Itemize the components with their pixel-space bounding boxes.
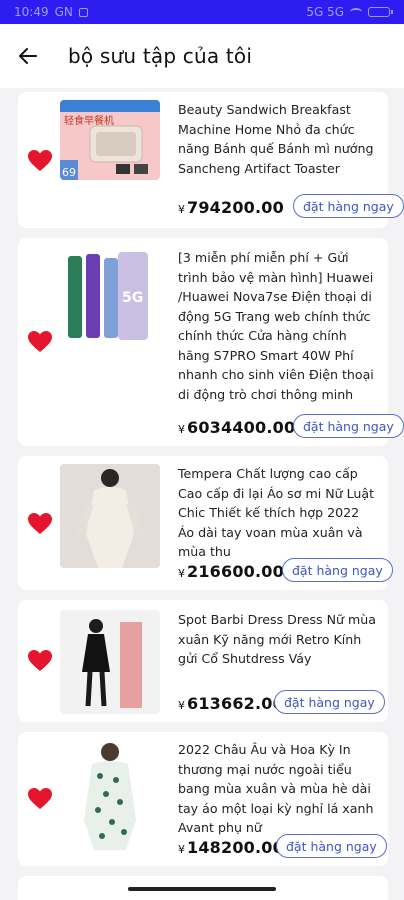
status-time: 10:49 xyxy=(14,5,49,19)
notification-icon xyxy=(78,7,88,17)
product-title[interactable]: [3 miễn phí miễn phí + Gửi trình bảo vệ … xyxy=(178,248,378,404)
heart-icon[interactable] xyxy=(28,150,52,172)
status-bar: 10:49 GN 5G 5G xyxy=(0,0,404,24)
thumb-caption: 轻食早餐机 xyxy=(64,114,114,127)
thumb-caption: 5G xyxy=(122,290,143,306)
order-now-button[interactable]: đặt hàng ngay xyxy=(293,414,404,438)
product-title[interactable]: Spot Barbi Dress Dress Nữ mùa xuân Kỹ nă… xyxy=(178,610,378,669)
order-now-button[interactable]: đặt hàng ngay xyxy=(293,194,404,218)
price-row: ¥ 148200.00 xyxy=(178,838,284,857)
currency-symbol: ¥ xyxy=(178,203,185,216)
product-title[interactable]: Beauty Sandwich Breakfast Machine Home N… xyxy=(178,100,378,178)
product-image[interactable]: 5G xyxy=(60,252,160,342)
order-now-button[interactable]: đặt hàng ngay xyxy=(282,558,393,582)
list-item[interactable]: Spot Barbi Dress Dress Nữ mùa xuân Kỹ nă… xyxy=(18,600,388,722)
product-title[interactable]: 2022 Châu Âu và Hoa Kỳ In thương mại nướ… xyxy=(178,740,378,838)
wifi-icon xyxy=(350,8,362,16)
status-signal: 5G 5G xyxy=(306,5,344,19)
product-price: 6034400.00 xyxy=(187,418,296,437)
battery-icon xyxy=(368,7,393,17)
thumb-badge: 69 xyxy=(62,166,76,179)
list-item[interactable]: Tempera Chất lượng cao cấp Cao cấp đi lạ… xyxy=(18,456,393,590)
heart-icon[interactable] xyxy=(28,513,52,535)
price-row: ¥ 613662.00 xyxy=(178,694,284,713)
app-header: bộ sưu tập của tôi xyxy=(0,24,404,88)
heart-icon[interactable] xyxy=(28,650,52,672)
product-price: 613662.00 xyxy=(187,694,284,713)
product-price: 794200.00 xyxy=(187,198,284,217)
product-image[interactable] xyxy=(60,740,160,850)
heart-icon[interactable] xyxy=(28,331,52,353)
product-image[interactable] xyxy=(60,464,160,568)
currency-symbol: ¥ xyxy=(178,423,185,436)
page-title: bộ sưu tập của tôi xyxy=(68,44,253,68)
currency-symbol: ¥ xyxy=(178,699,185,712)
list-item[interactable]: 2022 Châu Âu và Hoa Kỳ In thương mại nướ… xyxy=(18,732,388,866)
order-now-button[interactable]: đặt hàng ngay xyxy=(274,690,385,714)
product-price: 148200.00 xyxy=(187,838,284,857)
gesture-nav-handle[interactable] xyxy=(128,887,276,891)
price-row: ¥ 216600.00 xyxy=(178,562,284,581)
product-image[interactable]: 69 轻食早餐机 xyxy=(60,100,160,180)
currency-symbol: ¥ xyxy=(178,843,185,856)
status-left: 10:49 GN xyxy=(14,5,88,19)
list-item[interactable]: 5G [3 miễn phí miễn phí + Gửi trình bảo … xyxy=(18,238,404,446)
arrow-left-icon xyxy=(19,48,37,64)
status-carrier: GN xyxy=(54,5,73,19)
product-price: 216600.00 xyxy=(187,562,284,581)
status-right: 5G 5G xyxy=(306,5,393,19)
product-image[interactable] xyxy=(60,610,160,714)
price-row: ¥ 6034400.00 xyxy=(178,418,295,437)
heart-icon[interactable] xyxy=(28,788,52,810)
order-now-button[interactable]: đặt hàng ngay xyxy=(276,834,387,858)
price-row: ¥ 794200.00 xyxy=(178,198,284,217)
back-button[interactable] xyxy=(0,24,56,88)
list-item[interactable]: 69 轻食早餐机 Beauty Sandwich Breakfast Machi… xyxy=(18,92,404,228)
currency-symbol: ¥ xyxy=(178,567,185,580)
product-title[interactable]: Tempera Chất lượng cao cấp Cao cấp đi lạ… xyxy=(178,464,378,562)
